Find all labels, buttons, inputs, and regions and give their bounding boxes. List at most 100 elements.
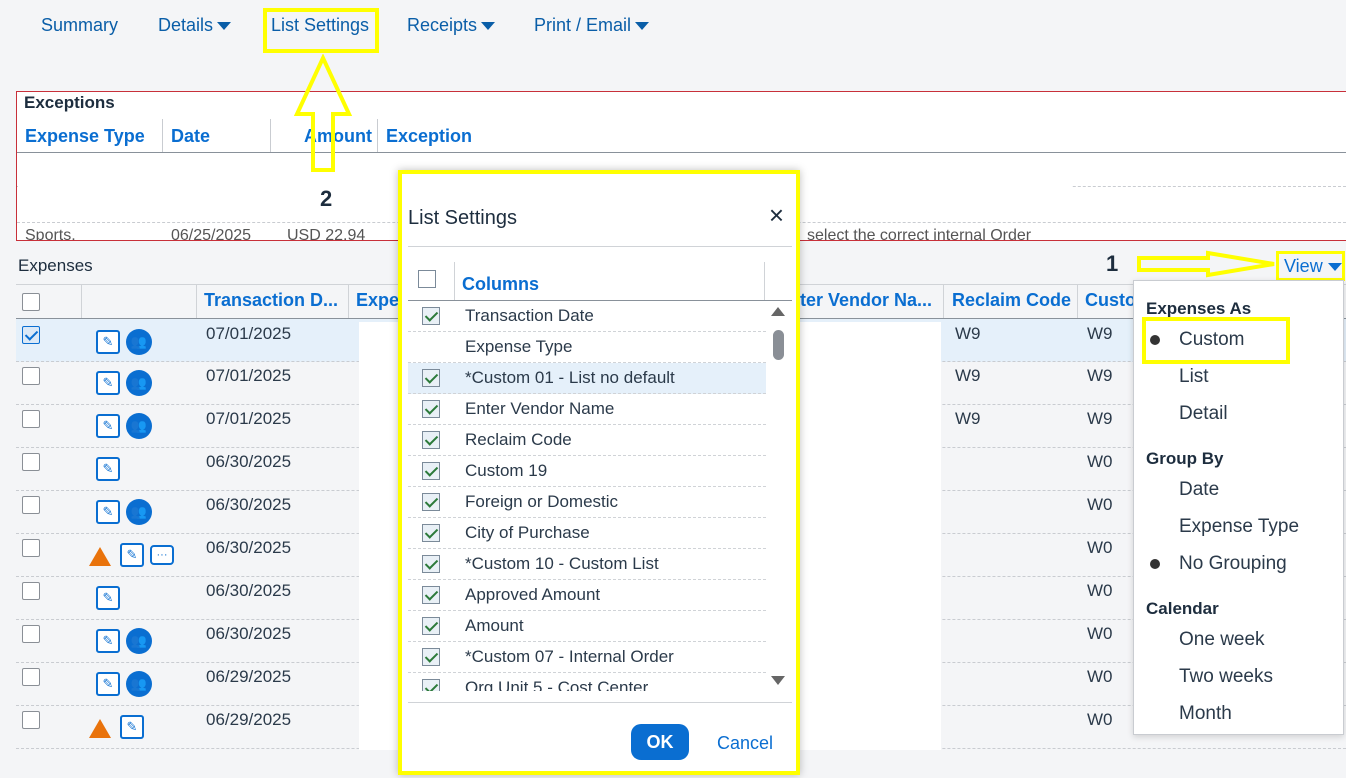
close-icon[interactable]: × [769, 200, 784, 231]
column-option[interactable]: *Custom 01 - List no default [408, 363, 766, 394]
exceptions-col-expense-type[interactable]: Expense Type [25, 126, 145, 147]
column-checkbox[interactable] [422, 679, 440, 691]
receipt-icon[interactable]: ✎ [96, 672, 120, 696]
custom-value: W0 [1087, 667, 1113, 686]
menu-item-one-week[interactable]: One week [1179, 629, 1265, 651]
column-checkbox[interactable] [422, 555, 440, 573]
menu-item-no-grouping[interactable]: No Grouping [1179, 553, 1287, 575]
warning-icon[interactable] [89, 719, 111, 738]
caret-down-icon [1327, 262, 1342, 271]
receipt-icon[interactable]: ✎ [96, 371, 120, 395]
transaction-date: 07/01/2025 [206, 366, 292, 385]
receipt-icon[interactable]: ✎ [96, 414, 120, 438]
column-option[interactable]: Reclaim Code [408, 425, 766, 456]
nav-summary[interactable]: Summary [41, 15, 118, 36]
row-checkbox[interactable] [22, 453, 40, 471]
column-option[interactable]: Enter Vendor Name [408, 394, 766, 425]
exception-cell: USD 22.94 [287, 227, 366, 241]
columns-list[interactable]: Transaction Date Expense Type *Custom 01… [402, 301, 792, 691]
column-option[interactable]: Approved Amount [408, 580, 766, 611]
row-checkbox[interactable] [22, 539, 40, 557]
column-option[interactable]: *Custom 10 - Custom List [408, 549, 766, 580]
scroll-down-icon[interactable] [771, 676, 785, 685]
cancel-button[interactable]: Cancel [717, 733, 773, 754]
column-checkbox[interactable] [422, 369, 440, 387]
column-checkbox[interactable] [422, 307, 440, 325]
menu-item-detail[interactable]: Detail [1179, 403, 1228, 425]
receipt-icon[interactable]: ✎ [96, 457, 120, 481]
custom-value: W0 [1087, 495, 1113, 514]
row-checkbox[interactable] [22, 582, 40, 600]
dialog-footer-divider [408, 702, 792, 703]
exceptions-col-date[interactable]: Date [171, 126, 210, 147]
column-checkbox[interactable] [422, 524, 440, 542]
menu-item-expense-type[interactable]: Expense Type [1179, 516, 1299, 538]
column-checkbox[interactable] [422, 617, 440, 635]
ok-button[interactable]: OK [631, 724, 689, 760]
nav-print-email[interactable]: Print / Email [534, 15, 650, 36]
exceptions-col-exception[interactable]: Exception [386, 126, 472, 147]
warning-icon[interactable] [89, 547, 111, 566]
column-option[interactable]: Expense Type [408, 332, 766, 363]
receipt-icon[interactable]: ✎ [96, 586, 120, 610]
column-option[interactable]: Custom 19 [408, 456, 766, 487]
col-reclaim-code[interactable]: Reclaim Code [952, 290, 1071, 311]
attendees-icon[interactable]: 👥 [126, 329, 152, 355]
column-checkbox[interactable] [422, 400, 440, 418]
col-transaction-date[interactable]: Transaction D... [204, 290, 338, 311]
receipt-icon[interactable]: ✎ [120, 543, 144, 567]
column-option[interactable]: Transaction Date [408, 301, 766, 332]
nav-receipts-label: Receipts [407, 15, 478, 35]
column-option[interactable]: Amount [408, 611, 766, 642]
receipt-icon[interactable]: ✎ [96, 330, 120, 354]
menu-item-date[interactable]: Date [1179, 479, 1219, 501]
column-option[interactable]: *Custom 07 - Internal Order [408, 642, 766, 673]
custom-value: W0 [1087, 581, 1113, 600]
row-checkbox[interactable] [22, 367, 40, 385]
row-checkbox[interactable] [22, 496, 40, 514]
comment-icon[interactable]: ··· [150, 545, 174, 565]
attendees-icon[interactable]: 👥 [126, 499, 152, 525]
transaction-date: 07/01/2025 [206, 409, 292, 428]
column-option[interactable]: Org Unit 5 - Cost Center [408, 673, 766, 691]
row-checkbox[interactable] [22, 711, 40, 729]
annotation-step-2: 2 [320, 186, 333, 211]
column-checkbox[interactable] [422, 462, 440, 480]
transaction-date: 06/29/2025 [206, 710, 292, 729]
nav-receipts[interactable]: Receipts [407, 15, 496, 36]
col-custom[interactable]: Custo [1085, 290, 1136, 311]
col-expense-type[interactable]: Expe [356, 290, 399, 311]
select-all-columns-checkbox[interactable] [418, 270, 436, 288]
column-checkbox[interactable] [422, 648, 440, 666]
row-checkbox[interactable] [22, 668, 40, 686]
select-all-checkbox[interactable] [22, 293, 40, 311]
scroll-up-icon[interactable] [771, 307, 785, 316]
receipt-icon[interactable]: ✎ [96, 500, 120, 524]
receipt-icon[interactable]: ✎ [120, 715, 144, 739]
attendees-icon[interactable]: 👥 [126, 628, 152, 654]
nav-list-settings[interactable]: List Settings [271, 15, 369, 36]
transaction-date: 07/01/2025 [206, 324, 292, 343]
row-checkbox[interactable] [22, 625, 40, 643]
column-option[interactable]: Foreign or Domestic [408, 487, 766, 518]
attendees-icon[interactable]: 👥 [126, 413, 152, 439]
menu-item-list[interactable]: List [1179, 366, 1209, 388]
attendees-icon[interactable]: 👥 [126, 671, 152, 697]
view-button[interactable]: View [1284, 256, 1342, 277]
column-option-label: City of Purchase [465, 523, 590, 542]
transaction-date: 06/30/2025 [206, 495, 292, 514]
receipt-icon[interactable]: ✎ [96, 629, 120, 653]
column-option[interactable]: City of Purchase [408, 518, 766, 549]
menu-item-two-weeks[interactable]: Two weeks [1179, 666, 1273, 688]
column-checkbox[interactable] [422, 431, 440, 449]
column-checkbox[interactable] [422, 493, 440, 511]
menu-item-custom[interactable]: Custom [1179, 329, 1244, 351]
attendees-icon[interactable]: 👥 [126, 370, 152, 396]
nav-details[interactable]: Details [158, 15, 232, 36]
row-checkbox[interactable] [22, 326, 40, 344]
menu-item-month[interactable]: Month [1179, 703, 1232, 725]
column-checkbox[interactable] [422, 586, 440, 604]
scrollbar-thumb[interactable] [773, 330, 784, 360]
row-checkbox[interactable] [22, 410, 40, 428]
col-vendor-name[interactable]: ter Vendor Na... [800, 290, 932, 311]
